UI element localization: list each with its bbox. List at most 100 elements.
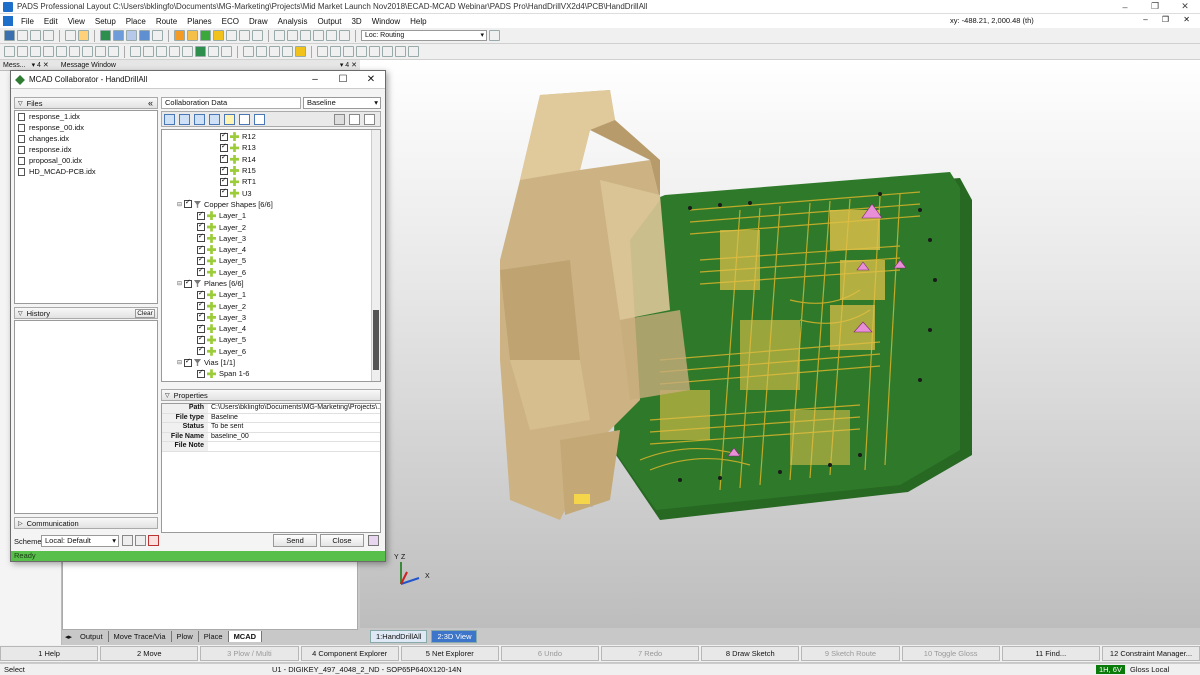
history-panel-header[interactable]: ▽ History Clear — [14, 307, 158, 319]
undo-icon[interactable] — [30, 30, 41, 41]
checkbox[interactable] — [220, 142, 228, 152]
fkey-component-explorer[interactable]: 4 Component Explorer — [300, 646, 399, 661]
fkey-undo[interactable]: 6 Undo — [500, 646, 600, 661]
tree-item-layer[interactable]: Layer_2 — [162, 300, 380, 311]
gloss-icon[interactable] — [182, 46, 193, 57]
checkbox[interactable] — [197, 300, 205, 311]
zoom-prev-icon[interactable] — [300, 30, 311, 41]
mdi-controls[interactable]: – ❐ ✕ — [1143, 15, 1196, 24]
scheme-select[interactable]: Local: Default — [41, 535, 119, 547]
property-value[interactable]: To be sent — [208, 423, 380, 432]
tree-item-layer[interactable]: Layer_6 — [162, 345, 380, 357]
tab-move-trace-via[interactable]: Move Trace/Via — [109, 631, 172, 642]
message-window-tab[interactable]: Message Window — [58, 62, 119, 69]
cut-icon[interactable] — [17, 30, 28, 41]
tab-scroll-left-icon[interactable]: ◂▸ — [62, 633, 75, 641]
fkey-find[interactable]: 11 Find... — [1001, 646, 1100, 661]
message-tab-pin[interactable]: ▾ 4 ✕ — [29, 61, 52, 69]
display-control-icon[interactable] — [489, 30, 500, 41]
component-icon[interactable] — [78, 30, 89, 41]
collapse-panel-button[interactable]: « — [148, 98, 153, 108]
select-all-icon[interactable] — [194, 114, 205, 125]
tree-item-refdes[interactable]: R14 — [162, 153, 380, 165]
tune-icon[interactable] — [156, 46, 167, 57]
collapse-toggle-icon[interactable]: ⊟ — [177, 280, 184, 287]
property-value[interactable]: Baseline — [208, 414, 380, 423]
checkbox[interactable] — [220, 131, 228, 141]
tab-plow[interactable]: Plow — [172, 631, 199, 642]
expand-all-icon[interactable] — [164, 114, 175, 125]
cross-probe-icon[interactable] — [209, 114, 220, 125]
checkbox[interactable] — [184, 198, 192, 209]
properties-panel-header[interactable]: ▽ Properties — [161, 389, 381, 401]
tree-item-layer[interactable]: Layer_6 — [162, 266, 380, 278]
text-icon[interactable] — [269, 46, 280, 57]
menu-analysis[interactable]: Analysis — [273, 17, 313, 26]
tree-item-layer[interactable]: Layer_3 — [162, 311, 380, 323]
dialog-minimize-button[interactable]: – — [301, 74, 329, 85]
refresh-icon[interactable] — [364, 114, 375, 125]
measure-icon[interactable] — [326, 30, 337, 41]
properties-icon[interactable] — [339, 30, 350, 41]
tab-3d-view[interactable]: 2:3D View — [431, 630, 478, 643]
warning-icon[interactable] — [295, 46, 306, 57]
filter-icon[interactable] — [349, 114, 360, 125]
move-icon[interactable] — [82, 46, 93, 57]
location-select[interactable]: Loc: Routing — [361, 30, 487, 41]
file-item[interactable]: changes.idx — [15, 133, 157, 144]
plane-icon[interactable] — [243, 46, 254, 57]
3d-front-icon[interactable] — [330, 46, 341, 57]
rotate-icon[interactable] — [95, 46, 106, 57]
sort-icon[interactable] — [239, 114, 250, 125]
net-icon[interactable] — [43, 46, 54, 57]
clear-history-button[interactable]: Clear — [135, 308, 155, 318]
collapse-all-icon[interactable] — [179, 114, 190, 125]
tab-place[interactable]: Place — [199, 631, 229, 642]
filter-icon[interactable] — [226, 30, 237, 41]
collapse-toggle-icon[interactable]: ⊟ — [177, 359, 184, 366]
checkbox[interactable] — [197, 311, 205, 322]
file-item[interactable]: response.idx — [15, 144, 157, 155]
select-mode-icon[interactable] — [100, 30, 111, 41]
trace-icon[interactable] — [130, 46, 141, 57]
menu-setup[interactable]: Setup — [90, 17, 121, 26]
tree-item-refdes[interactable]: U3 — [162, 187, 380, 198]
fkey-move[interactable]: 2 Move — [100, 646, 199, 661]
tree-scrollbar-thumb[interactable] — [373, 310, 379, 370]
dialog-close-button[interactable]: ✕ — [357, 74, 385, 85]
route-icon[interactable] — [65, 30, 76, 41]
communication-panel-header[interactable]: ▷ Communication — [14, 517, 158, 529]
tree-item-layer[interactable]: Layer_2 — [162, 221, 380, 232]
tree-group-vias[interactable]: ⊟ Vias [1/1] — [162, 357, 380, 368]
tab-output[interactable]: Output — [75, 631, 109, 642]
pencil-icon[interactable] — [108, 46, 119, 57]
checkbox[interactable] — [197, 345, 205, 356]
tree-item-refdes[interactable]: R13 — [162, 142, 380, 153]
tree-item-refdes[interactable]: R15 — [162, 165, 380, 176]
tree-item-layer[interactable]: Layer_4 — [162, 244, 380, 255]
checkbox[interactable] — [197, 210, 205, 220]
file-item[interactable]: response_1.idx — [15, 111, 157, 122]
menu-place[interactable]: Place — [121, 17, 151, 26]
align-icon[interactable] — [69, 46, 80, 57]
snap-icon[interactable] — [17, 46, 28, 57]
fkey-sketch-route[interactable]: 9 Sketch Route — [801, 646, 900, 661]
maximize-button[interactable]: ❐ — [1140, 1, 1170, 12]
property-value[interactable] — [208, 442, 380, 451]
menu-edit[interactable]: Edit — [39, 17, 63, 26]
tree-item-layer[interactable]: Layer_5 — [162, 255, 380, 266]
tree-item-layer[interactable]: Layer_5 — [162, 334, 380, 345]
layer-icon[interactable] — [30, 46, 41, 57]
tree-group-planes[interactable]: ⊟ Planes [6/6] — [162, 278, 380, 289]
3d-side-icon[interactable] — [356, 46, 367, 57]
tree-item-layer[interactable]: Layer_1 — [162, 210, 380, 221]
3d-rotate-icon[interactable] — [382, 46, 393, 57]
menu-view[interactable]: View — [63, 17, 90, 26]
route-mode-icon[interactable] — [126, 30, 137, 41]
baseline-select[interactable]: Baseline — [303, 97, 381, 109]
diff-pair-icon[interactable] — [169, 46, 180, 57]
menu-eco[interactable]: ECO — [217, 17, 244, 26]
menu-output[interactable]: Output — [312, 17, 346, 26]
menu-planes[interactable]: Planes — [182, 17, 216, 26]
checkbox[interactable] — [197, 323, 205, 333]
